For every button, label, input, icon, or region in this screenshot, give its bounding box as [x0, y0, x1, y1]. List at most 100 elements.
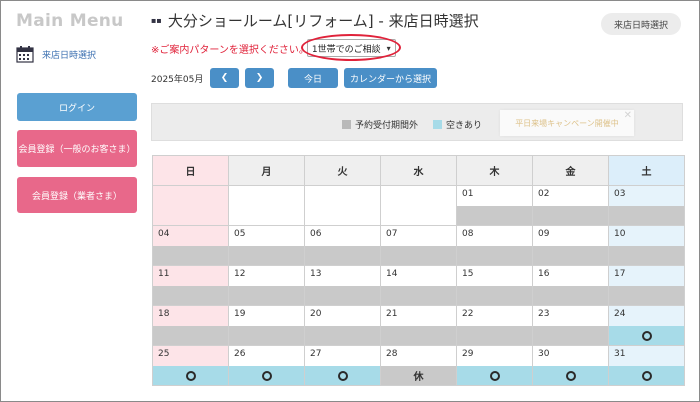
calendar-day-cell: 06 — [304, 225, 381, 266]
slot-unavailable — [381, 286, 456, 305]
day-number: 12 — [234, 269, 246, 279]
slot-available[interactable] — [533, 366, 608, 385]
today-button[interactable]: 今日 — [288, 68, 338, 88]
slot-unavailable — [533, 246, 608, 265]
calendar-day-cell: 22 — [456, 305, 533, 346]
campaign-banner[interactable]: 平日来場キャンペーン開催中 ✕ — [500, 110, 634, 136]
close-icon[interactable]: ✕ — [624, 110, 632, 121]
slot-unavailable — [229, 246, 304, 265]
weekday-header: 火 — [304, 155, 381, 186]
slot-available[interactable] — [609, 366, 684, 385]
chevron-left-icon: ❮ — [220, 73, 229, 83]
pattern-select[interactable]: 1世帯でのご相談 ▾ — [306, 39, 396, 57]
calendar-day-cell: 09 — [532, 225, 609, 266]
slot-unavailable — [153, 326, 228, 345]
calendar-day-cell[interactable]: 25 — [152, 345, 229, 386]
slot-unavailable — [153, 286, 228, 305]
slot-unavailable — [305, 246, 380, 265]
day-number: 06 — [310, 229, 322, 239]
prev-month-button[interactable]: ❮ — [210, 68, 239, 88]
login-button[interactable]: ログイン — [17, 93, 137, 121]
next-month-button[interactable]: ❯ — [245, 68, 274, 88]
available-circle-icon — [565, 370, 576, 381]
calendar-day-cell: 04 — [152, 225, 229, 266]
day-number: 07 — [386, 229, 398, 239]
calendar-day-cell[interactable]: 26 — [228, 345, 305, 386]
slot-unavailable — [609, 286, 684, 305]
calendar-day-cell[interactable]: 30 — [532, 345, 609, 386]
legend-label: 空きあり — [446, 121, 483, 131]
slot-unavailable — [381, 246, 456, 265]
slot-available[interactable] — [229, 366, 304, 385]
chevron-right-icon: ❯ — [255, 73, 264, 83]
slot-unavailable — [457, 326, 532, 345]
available-circle-icon — [337, 370, 348, 381]
main-menu-title: Main Menu — [16, 11, 124, 31]
legend-available: 空きあり — [433, 118, 482, 131]
day-number: 03 — [614, 189, 626, 199]
day-number: 21 — [386, 309, 398, 319]
sidebar-item-label: 来店日時選択 — [42, 50, 97, 61]
register-business-button[interactable]: 会員登録（業者さま） — [17, 177, 137, 213]
legend-bar: 予約受付期間外 空きあり 平日来場キャンペーン開催中 ✕ — [151, 103, 683, 141]
campaign-text: 平日来場キャンペーン開催中 — [515, 118, 619, 128]
weekday-header: 日 — [152, 155, 229, 186]
calendar-day-cell: 13 — [304, 265, 381, 306]
slot-available[interactable] — [153, 366, 228, 385]
slot-available[interactable] — [457, 366, 532, 385]
calendar-day-cell[interactable]: 27 — [304, 345, 381, 386]
calendar-week-row: 18 19 20 21 22 23 24 — [152, 305, 685, 346]
calendar-week-row: 01 02 03 — [152, 185, 685, 226]
available-circle-icon — [489, 370, 500, 381]
weekday-header: 土 — [608, 155, 685, 186]
calendar-body: 01 02 03 04 05 06 07 08 09 10 11 12 13 14 15 16 17 18 19 20… — [152, 185, 685, 386]
calendar-day-cell — [304, 185, 381, 226]
calendar-day-cell: 03 — [608, 185, 685, 226]
day-number: 18 — [158, 309, 170, 319]
slot-closed: 休 — [381, 366, 456, 385]
calendar-day-cell: 15 — [456, 265, 533, 306]
calendar-day-cell: 23 — [532, 305, 609, 346]
slot-unavailable — [533, 326, 608, 345]
calendar-day-cell: 02 — [532, 185, 609, 226]
calendar-day-cell[interactable]: 29 — [456, 345, 533, 386]
calendar-day-cell — [228, 185, 305, 226]
slot-unavailable — [457, 206, 532, 225]
calendar-day-cell[interactable]: 24 — [608, 305, 685, 346]
day-number: 09 — [538, 229, 550, 239]
sidebar-item-visit-date[interactable]: 来店日時選択 — [16, 45, 96, 63]
day-number: 20 — [310, 309, 322, 319]
legend-swatch-blue — [433, 120, 442, 129]
register-general-button[interactable]: 会員登録（一般のお客さま） — [17, 130, 137, 167]
pick-from-calendar-button[interactable]: カレンダーから選択 — [344, 68, 437, 88]
page-frame: Main Menu 来店日時選択 ログイン 会員登録（一般のお客さま） 会員登録… — [0, 0, 700, 402]
calendar-day-cell: 19 — [228, 305, 305, 346]
slot-unavailable — [533, 286, 608, 305]
pattern-prompt: ※ご案内パターンを選択ください。 — [151, 44, 309, 56]
available-circle-icon — [261, 370, 272, 381]
day-number: 27 — [310, 349, 322, 359]
chevron-down-icon: ▾ — [386, 43, 391, 53]
day-number: 10 — [614, 229, 626, 239]
weekday-header-row: 日 月 火 水 木 金 土 — [152, 155, 685, 186]
calendar-day-cell[interactable]: 31 — [608, 345, 685, 386]
calendar-day-cell: 05 — [228, 225, 305, 266]
calendar-day-cell: 14 — [380, 265, 457, 306]
day-number: 01 — [462, 189, 474, 199]
weekday-header: 金 — [532, 155, 609, 186]
day-number: 04 — [158, 229, 170, 239]
page-title-wrap: ▪▪ 大分ショールーム[リフォーム] - 来店日時選択 — [151, 10, 479, 31]
day-number: 05 — [234, 229, 246, 239]
slot-available[interactable] — [609, 326, 684, 345]
calendar-day-cell: 01 — [456, 185, 533, 226]
day-number: 24 — [614, 309, 626, 319]
calendar-day-cell — [152, 185, 229, 226]
calendar-day-cell: 28 休 — [380, 345, 457, 386]
slot-available[interactable] — [305, 366, 380, 385]
available-circle-icon — [641, 370, 652, 381]
grid-bullet-icon: ▪▪ — [151, 16, 162, 25]
calendar-day-cell — [380, 185, 457, 226]
calendar-day-cell: 16 — [532, 265, 609, 306]
pattern-select-wrap: 1世帯でのご相談 ▾ — [300, 34, 401, 61]
slot-unavailable — [229, 286, 304, 305]
